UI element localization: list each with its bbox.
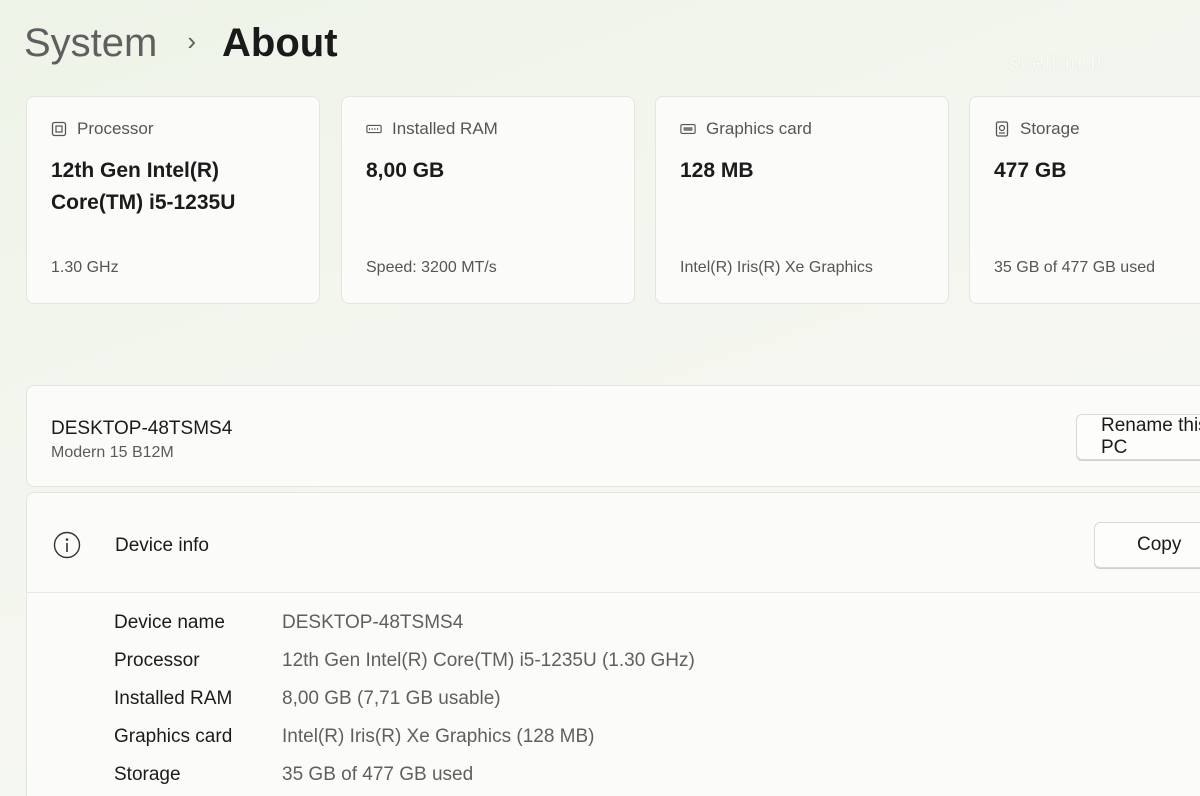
processor-icon bbox=[51, 121, 67, 137]
device-model: Modern 15 B12M bbox=[51, 444, 174, 461]
card-subtext: Speed: 3200 MT/s bbox=[366, 259, 497, 276]
processor-card: Processor 12th Gen Intel(R) Core(TM) i5-… bbox=[26, 96, 320, 304]
spec-value: 35 GB of 477 GB used bbox=[282, 764, 474, 785]
card-subtext: Intel(R) Iris(R) Xe Graphics bbox=[680, 259, 873, 276]
ram-card: Installed RAM 8,00 GB Speed: 3200 MT/s bbox=[341, 96, 635, 304]
graphics-card: Graphics card 128 MB Intel(R) Iris(R) Xe… bbox=[655, 96, 949, 304]
storage-card: Storage 477 GB 35 GB of 477 GB used bbox=[969, 96, 1200, 304]
spec-label: Processor bbox=[114, 650, 200, 671]
page-title: About bbox=[222, 21, 338, 65]
spec-row-processor: Processor 12th Gen Intel(R) Core(TM) i5-… bbox=[114, 650, 695, 672]
spec-value: 8,00 GB (7,71 GB usable) bbox=[282, 688, 501, 709]
spec-value: 12th Gen Intel(R) Core(TM) i5-1235U (1.3… bbox=[282, 650, 695, 671]
chevron-right-icon: › bbox=[187, 26, 197, 56]
card-subtext: 35 GB of 477 GB used bbox=[994, 259, 1155, 276]
breadcrumb: System › About bbox=[24, 18, 338, 68]
card-value: 128 MB bbox=[680, 159, 754, 182]
card-subtext: 1.30 GHz bbox=[51, 259, 119, 276]
device-name: DESKTOP-48TSMS4 bbox=[51, 418, 233, 439]
graphics-card-icon bbox=[680, 121, 696, 137]
device-info-header[interactable]: Device info bbox=[27, 493, 1200, 593]
spec-label: Storage bbox=[114, 764, 181, 785]
copy-button[interactable]: Copy bbox=[1094, 522, 1200, 568]
spec-row-graphics-card: Graphics card Intel(R) Iris(R) Xe Graphi… bbox=[114, 726, 595, 748]
info-icon bbox=[53, 531, 81, 559]
storage-icon bbox=[994, 121, 1010, 137]
device-info-title: Device info bbox=[115, 535, 209, 556]
spec-value: Intel(R) Iris(R) Xe Graphics (128 MB) bbox=[282, 726, 595, 747]
spec-row-device-name: Device name DESKTOP-48TSMS4 bbox=[114, 612, 463, 634]
spec-row-storage: Storage 35 GB of 477 GB used bbox=[114, 764, 473, 786]
spec-value: DESKTOP-48TSMS4 bbox=[282, 612, 464, 633]
card-value: 12th Gen Intel(R) Core(TM) i5-1235U bbox=[51, 159, 236, 214]
spec-row-installed-ram: Installed RAM 8,00 GB (7,71 GB usable) bbox=[114, 688, 501, 710]
breadcrumb-system[interactable]: System bbox=[24, 18, 157, 68]
card-value: 477 GB bbox=[994, 159, 1067, 182]
card-label: Storage bbox=[1020, 119, 1080, 138]
card-label: Processor bbox=[77, 119, 154, 138]
rename-pc-button[interactable]: Rename this PC bbox=[1076, 414, 1200, 460]
spec-label: Graphics card bbox=[114, 726, 233, 747]
device-info-panel: Device info bbox=[26, 492, 1200, 796]
card-value: 8,00 GB bbox=[366, 159, 445, 182]
device-name-panel: DESKTOP-48TSMS4 Modern 15 B12M bbox=[26, 385, 1200, 487]
watermark-logo: skelbiu.lt bbox=[1008, 50, 1104, 75]
spec-label: Installed RAM bbox=[114, 688, 233, 709]
spec-label: Device name bbox=[114, 612, 225, 633]
ram-icon bbox=[366, 121, 382, 137]
card-label: Installed RAM bbox=[392, 119, 498, 138]
card-label: Graphics card bbox=[706, 119, 812, 138]
